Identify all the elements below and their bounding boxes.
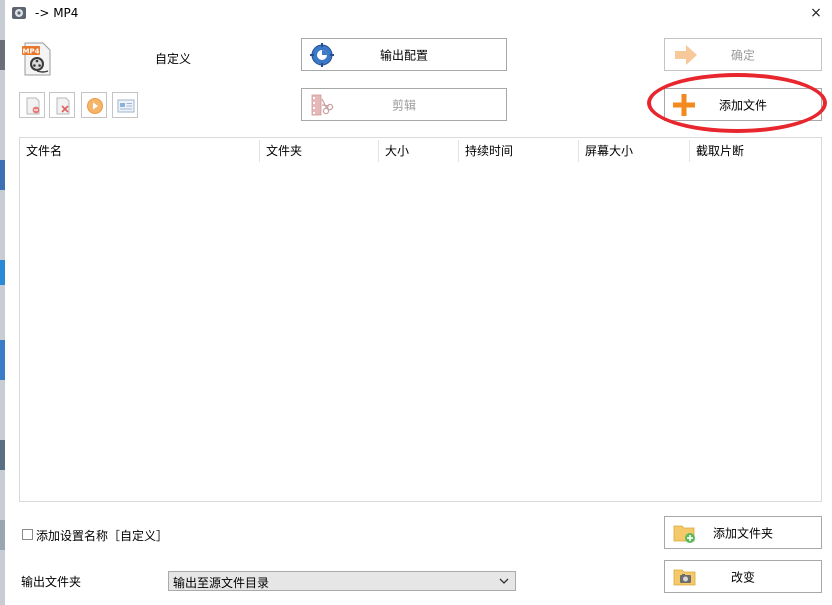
chevron-down-icon (499, 578, 509, 584)
column-header-clip-segment[interactable]: 截取片断 (690, 140, 821, 162)
convert-window: -> MP4 × MP4 自定义 输出配置 确定 剪辑 添加文件 文件名 文件夹… (0, 0, 832, 605)
play-icon (87, 98, 103, 114)
title-bar: -> MP4 × (5, 0, 832, 26)
profile-name: 自定义 (155, 52, 192, 66)
play-button[interactable] (81, 92, 107, 118)
output-config-button[interactable]: 输出配置 (301, 38, 507, 71)
output-folder-label: 输出文件夹 (21, 575, 82, 589)
add-setting-name-label: 添加设置名称［自定义］ (36, 529, 169, 543)
column-header-folder[interactable]: 文件夹 (260, 140, 379, 162)
ok-button[interactable]: 确定 (664, 38, 822, 71)
output-config-label: 输出配置 (379, 48, 428, 62)
add-file-label: 添加文件 (718, 98, 767, 112)
ok-label: 确定 (730, 48, 755, 62)
change-button[interactable]: 改变 (664, 560, 822, 593)
column-header-filename[interactable]: 文件名 (20, 140, 260, 162)
file-list-header: 文件名 文件夹 大小 持续时间 屏幕大小 截取片断 (20, 140, 821, 162)
checkbox-box[interactable] (22, 529, 33, 540)
output-folder-value: 输出至源文件目录 (173, 576, 270, 590)
media-info-icon (117, 99, 135, 113)
file-list[interactable]: 文件名 文件夹 大小 持续时间 屏幕大小 截取片断 (19, 137, 822, 502)
clear-list-button[interactable] (49, 92, 75, 118)
clip-label: 剪辑 (391, 98, 416, 112)
mp4-format-icon: MP4 (22, 42, 51, 76)
column-header-screen-size[interactable]: 屏幕大小 (579, 140, 690, 162)
app-icon (12, 7, 26, 19)
add-file-button[interactable]: 添加文件 (664, 88, 822, 121)
svg-text:MP4: MP4 (23, 48, 40, 56)
background-window-edge (0, 0, 5, 605)
column-header-size[interactable]: 大小 (379, 140, 459, 162)
add-folder-label: 添加文件夹 (712, 526, 773, 540)
clear-list-icon (56, 97, 70, 115)
remove-item-icon (26, 97, 40, 115)
add-folder-button[interactable]: 添加文件夹 (664, 516, 822, 549)
window-title: -> MP4 (35, 6, 79, 20)
close-button[interactable]: × (806, 3, 826, 23)
clip-button[interactable]: 剪辑 (301, 88, 507, 121)
media-info-button[interactable] (112, 92, 138, 118)
column-header-duration[interactable]: 持续时间 (459, 140, 579, 162)
remove-item-button[interactable] (19, 92, 45, 118)
change-label: 改变 (730, 570, 755, 584)
output-folder-select[interactable]: 输出至源文件目录 (168, 571, 516, 591)
